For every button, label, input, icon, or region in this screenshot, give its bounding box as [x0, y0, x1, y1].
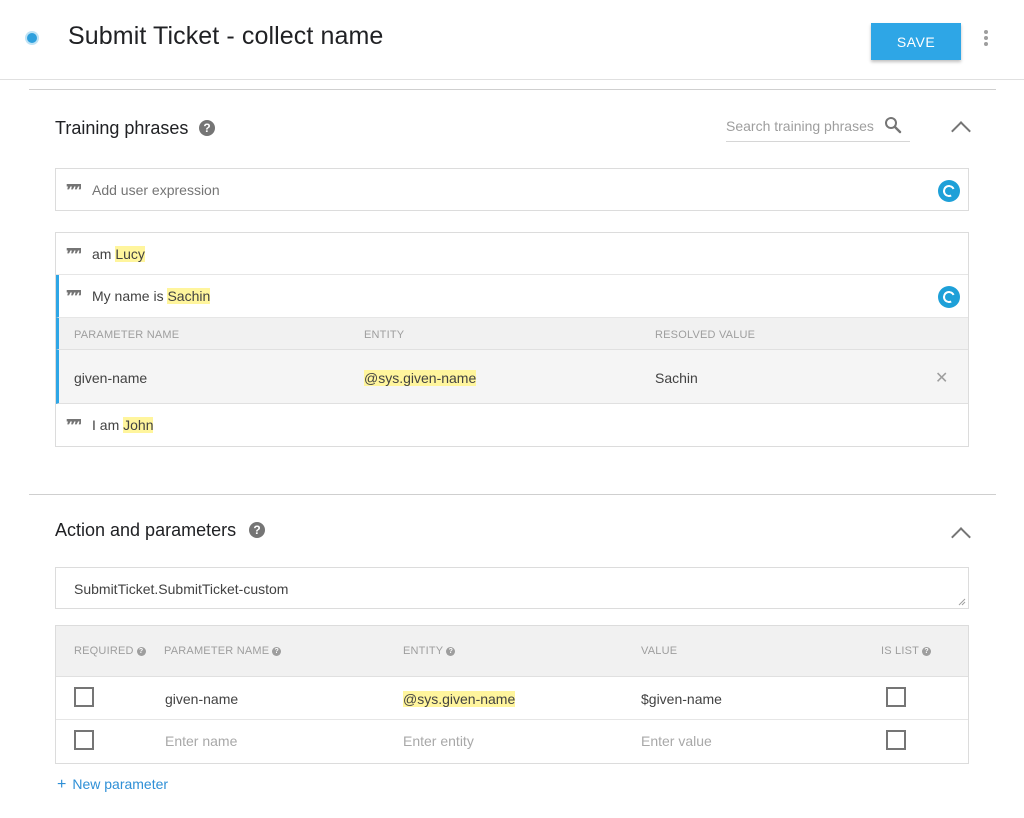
divider	[29, 89, 996, 90]
training-phrase: am Lucy	[92, 246, 145, 262]
parameter-entity[interactable]: @sys.given-name	[364, 370, 477, 386]
list-item[interactable]: ❞❞ I am John	[56, 404, 968, 446]
search-icon[interactable]	[884, 116, 902, 134]
status-dot-icon	[27, 33, 37, 43]
search-input[interactable]	[726, 118, 876, 134]
required-checkbox[interactable]	[74, 687, 94, 707]
header-entity: ENTITY	[364, 329, 405, 341]
help-icon[interactable]: ?	[136, 647, 146, 656]
header-value: VALUE	[641, 645, 678, 657]
header-parameter-name: PARAMETER NAME?	[164, 645, 282, 657]
parameters-table-header: REQUIRED? PARAMETER NAME? ENTITY? VALUE …	[56, 626, 968, 677]
value-input[interactable]	[641, 733, 821, 749]
table-row: given-name @sys.given-name $given-name	[56, 677, 968, 720]
help-icon[interactable]: ?	[272, 647, 282, 656]
quote-icon: ❞❞	[66, 248, 82, 260]
search-training-phrases	[726, 112, 910, 142]
quote-icon: ❞❞	[66, 184, 82, 196]
list-item-selected[interactable]: ❞❞ My name is Sachin	[56, 275, 968, 318]
header-is-list: IS LIST?	[881, 645, 932, 657]
action-input[interactable]	[74, 581, 934, 597]
parameter-name[interactable]: given-name	[165, 691, 238, 707]
help-icon[interactable]: ?	[199, 120, 215, 136]
close-icon[interactable]: ✕	[935, 368, 948, 388]
training-phrase: My name is Sachin	[92, 288, 211, 304]
action-field	[55, 567, 969, 609]
add-expression-box: ❞❞	[55, 168, 969, 211]
parameter-name-input[interactable]	[165, 733, 345, 749]
help-icon[interactable]: ?	[249, 522, 265, 538]
resize-handle-icon[interactable]	[958, 598, 966, 606]
entity-annotation[interactable]: Sachin	[167, 288, 211, 304]
collapse-training-chevron-icon[interactable]	[951, 121, 971, 141]
new-parameter-label: New parameter	[72, 776, 169, 792]
required-checkbox[interactable]	[74, 730, 94, 750]
training-phrase-list: ❞❞ am Lucy ❞❞ My name is Sachin PARAMETE…	[55, 232, 969, 447]
is-list-checkbox[interactable]	[886, 730, 906, 750]
collapse-actions-chevron-icon[interactable]	[951, 527, 971, 547]
help-icon[interactable]: ?	[922, 647, 932, 656]
header-required: REQUIRED?	[74, 645, 146, 657]
save-button[interactable]: SAVE	[871, 23, 961, 60]
parameter-table-header: PARAMETER NAME ENTITY RESOLVED VALUE	[56, 318, 968, 350]
grammarly-icon[interactable]	[938, 180, 960, 202]
table-row	[56, 720, 968, 763]
parameters-table: REQUIRED? PARAMETER NAME? ENTITY? VALUE …	[55, 625, 969, 764]
parameter-row: given-name @sys.given-name Sachin ✕	[56, 350, 968, 404]
new-parameter-link[interactable]: + New parameter	[57, 776, 168, 794]
page-title: Submit Ticket - collect name	[68, 22, 384, 50]
header-parameter-name: PARAMETER NAME	[74, 329, 180, 341]
divider	[29, 494, 996, 495]
header-entity: ENTITY?	[403, 645, 456, 657]
is-list-checkbox[interactable]	[886, 687, 906, 707]
quote-icon: ❞❞	[66, 290, 82, 302]
header-resolved-value: RESOLVED VALUE	[655, 329, 756, 341]
quote-icon: ❞❞	[66, 419, 82, 431]
entity-annotation[interactable]: Lucy	[115, 246, 145, 262]
more-options-icon[interactable]	[980, 30, 992, 48]
header-bar: Submit Ticket - collect name SAVE	[0, 0, 1024, 80]
entity-input[interactable]	[403, 733, 583, 749]
action-parameters-title: Action and parameters	[55, 520, 237, 540]
grammarly-icon[interactable]	[938, 286, 960, 308]
add-user-expression-input[interactable]	[92, 182, 912, 198]
parameter-value[interactable]: $given-name	[641, 691, 722, 707]
training-phrase: I am John	[92, 417, 154, 433]
help-icon[interactable]: ?	[446, 647, 456, 656]
parameter-resolved-value[interactable]: Sachin	[655, 370, 698, 386]
list-item[interactable]: ❞❞ am Lucy	[56, 233, 968, 275]
entity-annotation[interactable]: John	[123, 417, 154, 433]
parameter-name[interactable]: given-name	[74, 370, 147, 386]
parameter-entity[interactable]: @sys.given-name	[403, 691, 516, 707]
training-phrases-title: Training phrases	[55, 118, 189, 138]
plus-icon: +	[57, 776, 67, 793]
